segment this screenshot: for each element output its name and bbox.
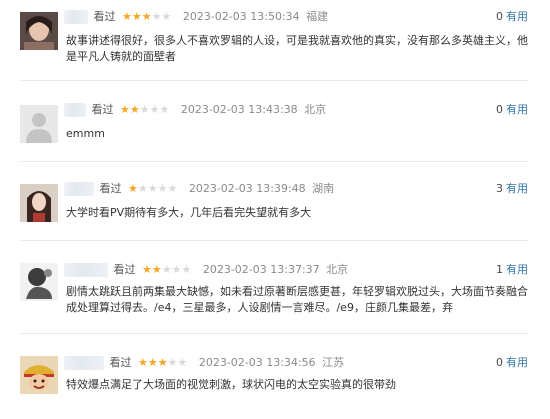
comment-item: 看过 ★★★★★ 2023-02-03 13:39:48 湖南 3 有用 大学时看…	[0, 176, 550, 236]
comment-meta: 看过 ★★★★★ 2023-02-03 13:39:48 湖南	[64, 182, 334, 196]
rating-stars: ★★★★★	[142, 263, 192, 276]
comment-location: 北京	[326, 263, 349, 276]
username[interactable]	[64, 103, 86, 117]
comment-text: 大学时看PV期待有多大，几年后看完失望就有多大	[66, 206, 312, 219]
watch-status: 看过	[109, 356, 132, 369]
watch-status: 看过	[99, 182, 122, 195]
comment-item: 看过 ★★★★★ 2023-02-03 13:43:38 北京 0 有用 emmm	[0, 97, 550, 157]
user-avatar-icon	[20, 12, 58, 50]
username[interactable]	[64, 182, 94, 196]
comment-text: emmm	[66, 127, 105, 140]
comment-location: 江苏	[322, 356, 345, 369]
useful-count: 0	[496, 356, 503, 369]
useful-count: 0	[496, 103, 503, 116]
avatar[interactable]	[20, 356, 58, 394]
useful-label[interactable]: 有用	[506, 10, 528, 23]
comment-time[interactable]: 2023-02-03 13:50:34	[183, 10, 300, 23]
comment-text: 特效爆点满足了大场面的视觉刺激，球状闪电的太空实验真的很带劲	[66, 378, 396, 391]
useful-vote[interactable]: 0 有用	[496, 356, 528, 370]
comment-item: 看过 ★★★★★ 2023-02-03 13:37:37 北京 1 有用 剧情太跳…	[0, 257, 550, 325]
avatar[interactable]	[20, 12, 58, 50]
rating-stars: ★★★★★	[120, 103, 170, 116]
comment-time[interactable]: 2023-02-03 13:37:37	[203, 263, 320, 276]
comment-meta: 看过 ★★★★★ 2023-02-03 13:43:38 北京	[64, 103, 326, 117]
useful-count: 1	[496, 263, 503, 276]
avatar[interactable]	[20, 184, 58, 222]
comment-text: 故事讲述得很好，很多人不喜欢罗辑的人设，可是我就喜欢他的真实，没有那么多英雄主义…	[66, 34, 528, 63]
user-avatar-icon	[20, 184, 58, 222]
rating-stars: ★★★★★	[128, 182, 178, 195]
comment-time[interactable]: 2023-02-03 13:34:56	[199, 356, 316, 369]
default-avatar-icon	[20, 105, 58, 143]
useful-vote[interactable]: 0 有用	[496, 103, 528, 117]
divider	[20, 333, 528, 334]
username[interactable]	[64, 263, 108, 277]
comment-meta: 看过 ★★★★★ 2023-02-03 13:34:56 江苏	[64, 356, 344, 370]
watch-status: 看过	[91, 103, 114, 116]
useful-label[interactable]: 有用	[506, 263, 528, 276]
username[interactable]	[64, 356, 104, 370]
comment-item: 看过 ★★★★★ 2023-02-03 13:34:56 江苏 0 有用 特效爆点…	[0, 350, 550, 416]
user-avatar-icon	[20, 263, 58, 301]
divider	[20, 240, 528, 241]
comment-location: 湖南	[312, 182, 335, 195]
rating-stars: ★★★★★	[138, 356, 188, 369]
avatar[interactable]	[20, 263, 58, 301]
comment-location: 北京	[304, 103, 327, 116]
useful-vote[interactable]: 1 有用	[496, 263, 528, 277]
divider	[20, 80, 528, 81]
watch-status: 看过	[113, 263, 136, 276]
rating-stars: ★★★★★	[122, 10, 172, 23]
comment-time[interactable]: 2023-02-03 13:43:38	[181, 103, 298, 116]
comment-text: 剧情太跳跃且前两集最大缺憾，如未看过原著断层感更甚，年轻罗辑欢脱过头，大场面节奏…	[66, 285, 528, 314]
comment-time[interactable]: 2023-02-03 13:39:48	[189, 182, 306, 195]
useful-vote[interactable]: 0 有用	[496, 10, 528, 24]
comment-location: 福建	[306, 10, 329, 23]
comment-meta: 看过 ★★★★★ 2023-02-03 13:37:37 北京	[64, 263, 348, 277]
avatar[interactable]	[20, 105, 58, 143]
useful-label[interactable]: 有用	[506, 103, 528, 116]
user-avatar-icon	[20, 356, 58, 394]
useful-count: 0	[496, 10, 503, 23]
divider	[20, 161, 528, 162]
useful-label[interactable]: 有用	[506, 182, 528, 195]
username[interactable]	[64, 10, 88, 24]
watch-status: 看过	[93, 10, 116, 23]
comment-item: 看过 ★★★★★ 2023-02-03 13:50:34 福建 0 有用 故事讲述…	[0, 4, 550, 76]
useful-count: 3	[496, 182, 503, 195]
useful-vote[interactable]: 3 有用	[496, 182, 528, 196]
useful-label[interactable]: 有用	[506, 356, 528, 369]
comment-meta: 看过 ★★★★★ 2023-02-03 13:50:34 福建	[64, 10, 328, 24]
